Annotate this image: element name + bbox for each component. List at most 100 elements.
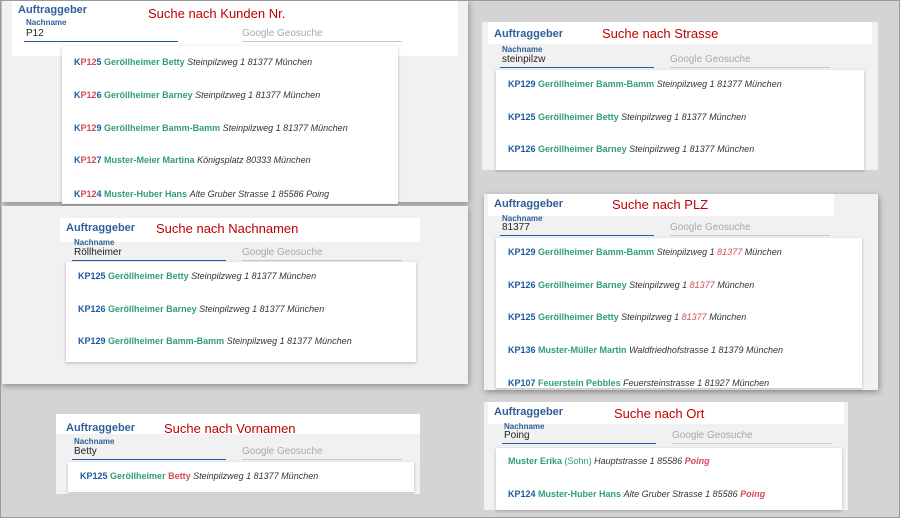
customer-address: Steinpilzweg 1 (621, 312, 680, 322)
customer-name: Feuerstein Pebbles (538, 378, 621, 388)
customer-address: Steinpilzweg 1 81377 München (193, 471, 319, 481)
match-highlight: P12 (80, 189, 97, 199)
panel-search-lastname: Auftraggeber Suche nach Nachnamen Nachna… (2, 206, 468, 384)
match-highlight: P12 (80, 90, 97, 100)
customer-id: KP129 (508, 247, 536, 257)
match-highlight: Poing (684, 456, 710, 466)
panel-search-street: Auftraggeber Suche nach Strasse Nachname… (482, 22, 878, 170)
customer-name: Geröllheimer Bamm-Bamm (108, 336, 225, 346)
list-item[interactable]: KP107 Feuerstein Pebbles Feuersteinstras… (508, 378, 769, 388)
list-item[interactable]: KP129 Geröllheimer Bamm-Bamm Steinpilzwe… (508, 247, 782, 257)
customer-id: KP125 (508, 312, 536, 322)
list-item[interactable]: KP126 Geröllheimer Barney Steinpilzweg 1… (78, 304, 324, 314)
customer-name: Muster-Meier Martina (104, 155, 195, 165)
list-item[interactable]: KP129 Geröllheimer Bamm-Bamm Steinpilzwe… (78, 336, 352, 346)
list-item[interactable]: KP124 Muster-Huber Hans Alte Gruber Stra… (74, 189, 329, 199)
street-input[interactable]: steinpilzw (500, 53, 654, 68)
customer-address: Steinpilzweg 1 81377 München (629, 144, 755, 154)
match-highlight: Poing (740, 489, 766, 499)
customer-address: Feuersteinstrasse 1 81927 München (623, 378, 770, 388)
list-item[interactable]: KP126 Geröllheimer Barney Steinpilzweg 1… (74, 90, 320, 100)
customer-name: Geröllheimer Betty (108, 271, 189, 281)
customer-id: 4 (96, 189, 102, 199)
section-title: Auftraggeber (18, 4, 88, 16)
list-item[interactable]: KP125 Geröllheimer Betty Steinpilzweg 1 … (80, 471, 318, 481)
customer-name: Geröllheimer Betty (538, 312, 619, 322)
customer-id: KP126 (508, 280, 536, 290)
customer-id: 9 (96, 123, 102, 133)
customer-name: Geröllheimer Barney (108, 304, 197, 314)
city-input[interactable]: Poing (502, 429, 656, 444)
lastname-input[interactable]: Röllheimer (72, 246, 226, 261)
list-item[interactable]: KP136 Muster-Müller Martin Waldfriedhofs… (508, 345, 783, 355)
customer-name: Muster-Huber Hans (104, 189, 188, 199)
search-caption: Suche nach Nachnamen (156, 221, 299, 236)
section-title: Auftraggeber (494, 198, 564, 210)
customer-address: Steinpilzweg 1 81377 München (226, 336, 352, 346)
match-highlight: 81377 (717, 247, 743, 257)
list-item[interactable]: KP125 Geröllheimer Betty Steinpilzweg 1 … (78, 271, 316, 281)
zip-input[interactable]: 81377 (500, 221, 654, 236)
customer-name: Muster-Huber Hans (538, 489, 622, 499)
list-item[interactable]: KP125 Geröllheimer Betty Steinpilzweg 1 … (508, 312, 746, 322)
match-highlight: 81377 (681, 312, 707, 322)
geo-search-input[interactable]: Google Geosuche (670, 53, 830, 68)
list-item[interactable]: KP125 Geröllheimer Betty Steinpilzweg 1 … (508, 112, 746, 122)
customer-address: Steinpilzweg 1 (656, 247, 715, 257)
section-title: Auftraggeber (66, 422, 136, 434)
panel-search-firstname: Auftraggeber Suche nach Vornamen Nachnam… (56, 414, 420, 494)
geo-search-input[interactable]: Google Geosuche (242, 445, 402, 460)
search-caption: Suche nach Strasse (602, 26, 719, 41)
customer-id: 7 (96, 155, 102, 165)
customer-id: 5 (96, 57, 102, 67)
panel-search-city: Auftraggeber Suche nach Ort Nachname Poi… (484, 402, 848, 510)
list-item[interactable]: KP129 Geröllheimer Bamm-Bamm Steinpilzwe… (508, 79, 782, 89)
list-item[interactable]: KP124 Muster-Huber Hans Alte Gruber Stra… (508, 489, 765, 499)
search-caption: Suche nach PLZ (612, 197, 709, 212)
firstname-input[interactable]: Betty (72, 445, 226, 460)
customer-address: Alte Gruber Strasse 1 85586 Poing (189, 189, 330, 199)
suggestion-list: KP129 Geröllheimer Bamm-Bamm Steinpilzwe… (496, 238, 862, 388)
customer-name: Geröllheimer Bamm-Bamm (538, 247, 655, 257)
list-item[interactable]: KP126 Geröllheimer Barney Steinpilzweg 1… (508, 144, 754, 154)
customer-id: KP107 (508, 378, 536, 388)
customer-address: Steinpilzweg 1 81377 München (199, 304, 325, 314)
panel-search-zip: Auftraggeber Suche nach PLZ Nachname 813… (484, 194, 878, 390)
match-highlight: P12 (80, 57, 97, 67)
customer-id: KP126 (78, 304, 106, 314)
customer-name: Geröllheimer Barney (104, 90, 193, 100)
geo-search-input[interactable]: Google Geosuche (242, 27, 402, 42)
customer-name: Muster-Müller Martin (538, 345, 627, 355)
match-highlight: Betty (168, 471, 191, 481)
customer-name: Geröllheimer Barney (538, 144, 627, 154)
customer-name: Muster Erika (508, 456, 563, 466)
panel-header: Auftraggeber Suche nach PLZ (488, 194, 834, 216)
customer-address: Alte Gruber Strasse 1 85586 (623, 489, 738, 499)
geo-search-input[interactable]: Google Geosuche (242, 246, 402, 261)
list-item[interactable]: Muster Erika (Sohn) Hauptstrasse 1 85586… (508, 456, 710, 466)
search-caption: Suche nach Vornamen (164, 421, 296, 436)
customer-relation: (Sohn) (564, 456, 592, 466)
customer-id: KP129 (508, 79, 536, 89)
customer-address: Steinpilzweg 1 81377 München (195, 90, 321, 100)
suggestion-list: Muster Erika (Sohn) Hauptstrasse 1 85586… (496, 448, 842, 510)
suggestion-list: KP129 Geröllheimer Bamm-Bamm Steinpilzwe… (496, 70, 864, 170)
lastname-input[interactable]: P12 (24, 27, 178, 42)
list-item[interactable]: KP126 Geröllheimer Barney Steinpilzweg 1… (508, 280, 754, 290)
customer-id: KP125 (78, 271, 106, 281)
customer-id: KP125 (508, 112, 536, 122)
match-highlight: P12 (80, 123, 97, 133)
geo-search-input[interactable]: Google Geosuche (672, 429, 832, 444)
customer-address: Waldfriedhofstrasse 1 81379 München (629, 345, 784, 355)
customer-address: Steinpilzweg 1 81377 München (191, 271, 317, 281)
customer-name: Geröllheimer Bamm-Bamm (104, 123, 221, 133)
list-item[interactable]: KP125 Geröllheimer Betty Steinpilzweg 1 … (74, 57, 312, 67)
panel-header: Auftraggeber Suche nach Strasse (488, 22, 872, 44)
suggestion-list: KP125 Geröllheimer Betty Steinpilzweg 1 … (62, 46, 398, 204)
customer-address: Hauptstrasse 1 85586 (594, 456, 683, 466)
list-item[interactable]: KP127 Muster-Meier Martina Königsplatz 8… (74, 155, 311, 165)
list-item[interactable]: KP129 Geröllheimer Bamm-Bamm Steinpilzwe… (74, 123, 348, 133)
section-title: Auftraggeber (494, 406, 564, 418)
geo-search-input[interactable]: Google Geosuche (670, 221, 830, 236)
panel-header: Auftraggeber Suche nach Ort (488, 402, 844, 424)
